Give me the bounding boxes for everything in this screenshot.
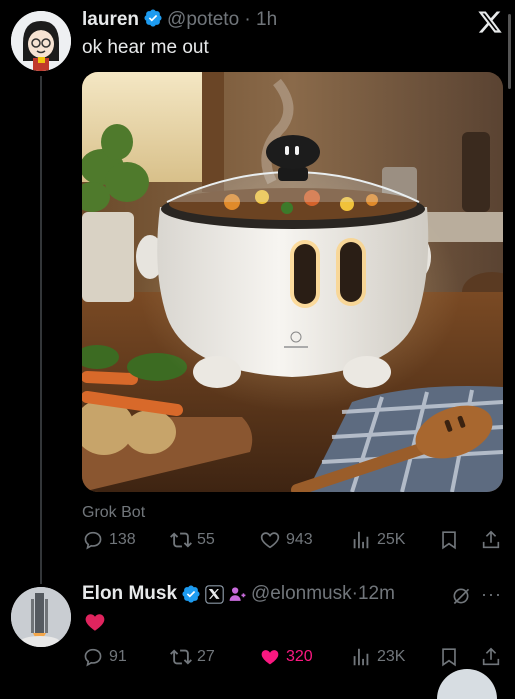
share-button[interactable] — [480, 529, 502, 551]
repost-count: 27 — [197, 648, 215, 665]
bookmark-icon — [442, 531, 456, 550]
like-count: 320 — [286, 648, 313, 665]
post1-time-separator: · — [239, 9, 257, 30]
reply-button[interactable]: 138 — [82, 529, 136, 551]
repost-button[interactable]: 27 — [170, 646, 215, 668]
views-button[interactable]: 25K — [350, 529, 405, 551]
reply-button[interactable]: 91 — [82, 646, 127, 668]
media-source-label[interactable]: Grok Bot — [82, 504, 145, 522]
bookmark-button[interactable] — [438, 646, 460, 668]
repost-icon — [170, 649, 192, 665]
post1-text: ok hear me out — [82, 37, 209, 58]
thread-connector-line — [40, 76, 42, 584]
heart-emoji-icon — [85, 614, 105, 631]
repost-button[interactable]: 55 — [170, 529, 215, 551]
more-options-button[interactable]: ··· — [481, 584, 502, 605]
views-button[interactable]: 23K — [350, 646, 405, 668]
x-affiliate-icon[interactable] — [205, 584, 224, 604]
views-count: 25K — [377, 531, 406, 548]
reply-icon — [84, 648, 102, 667]
bookmark-icon — [442, 648, 456, 667]
views-icon — [353, 648, 369, 666]
x-logo-icon[interactable] — [477, 9, 503, 35]
like-button[interactable]: 943 — [259, 529, 313, 551]
reply-count: 91 — [109, 648, 127, 665]
share-icon — [482, 647, 500, 666]
post1-header: lauren @poteto · 1h — [82, 8, 277, 31]
views-icon — [353, 531, 369, 549]
like-icon — [261, 650, 279, 665]
views-count: 23K — [377, 648, 406, 665]
post2-timestamp[interactable]: 12m — [358, 583, 395, 605]
floating-compose-button[interactable] — [437, 669, 497, 699]
post2-display-name[interactable]: Elon Musk — [82, 583, 177, 605]
post2-header: Elon Musk @elonmusk · 12m — [82, 583, 395, 605]
like-icon — [260, 532, 280, 549]
like-button-active[interactable]: 320 — [259, 646, 313, 668]
grok-icon[interactable] — [451, 586, 471, 606]
reply-count: 138 — [109, 531, 136, 548]
post1-timestamp[interactable]: 1h — [256, 9, 277, 30]
post2-handle[interactable]: @elonmusk — [251, 583, 352, 605]
post1-display-name[interactable]: lauren — [82, 9, 139, 30]
like-count: 943 — [286, 531, 313, 548]
reply-icon — [84, 531, 102, 550]
scrollbar[interactable] — [508, 14, 511, 89]
repost-count: 55 — [197, 531, 215, 548]
share-button[interactable] — [480, 646, 502, 668]
bookmark-button[interactable] — [438, 529, 460, 551]
post1-media-image[interactable] — [82, 72, 503, 492]
avatar-elon-musk[interactable] — [11, 587, 71, 647]
verified-badge-icon — [144, 9, 162, 27]
repost-icon — [170, 532, 192, 548]
share-icon — [482, 530, 500, 549]
avatar-lauren[interactable] — [11, 11, 71, 71]
affiliate-person-icon[interactable] — [228, 585, 247, 604]
verified-badge-icon — [182, 585, 200, 603]
post1-handle[interactable]: @poteto — [167, 9, 239, 30]
